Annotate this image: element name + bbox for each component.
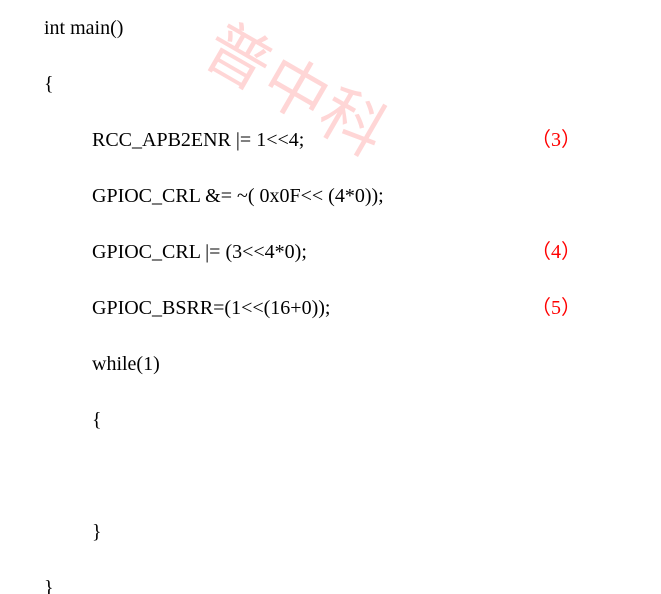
code-text: GPIOC_CRL &= ~( 0x0F<< (4*0)); <box>92 186 384 206</box>
code-text: { <box>44 74 54 94</box>
code-line <box>44 466 661 490</box>
annotation: （5） <box>531 298 661 318</box>
code-text: GPIOC_BSRR=(1<<(16+0)); <box>92 298 330 318</box>
code-snippet: int main() { RCC_APB2ENR |= 1<<4; （3） GP… <box>0 0 661 594</box>
code-line: { <box>44 410 661 434</box>
code-line: } <box>44 522 661 546</box>
code-text: } <box>92 522 102 542</box>
annotation: （3） <box>531 130 661 150</box>
code-text: int main() <box>44 18 123 38</box>
code-text: { <box>92 410 102 430</box>
code-line: } <box>44 578 661 594</box>
code-line: GPIOC_BSRR=(1<<(16+0)); （5） <box>44 298 661 322</box>
code-text: GPIOC_CRL |= (3<<4*0); <box>92 242 307 262</box>
code-line: int main() <box>44 18 661 42</box>
code-line: { <box>44 74 661 98</box>
annotation: （4） <box>531 242 661 262</box>
code-text: } <box>44 578 54 594</box>
code-text: RCC_APB2ENR |= 1<<4; <box>92 130 304 150</box>
code-line: RCC_APB2ENR |= 1<<4; （3） <box>44 130 661 154</box>
code-line: GPIOC_CRL &= ~( 0x0F<< (4*0)); <box>44 186 661 210</box>
code-line: while(1) <box>44 354 661 378</box>
code-text: while(1) <box>92 354 160 374</box>
code-line: GPIOC_CRL |= (3<<4*0); （4） <box>44 242 661 266</box>
